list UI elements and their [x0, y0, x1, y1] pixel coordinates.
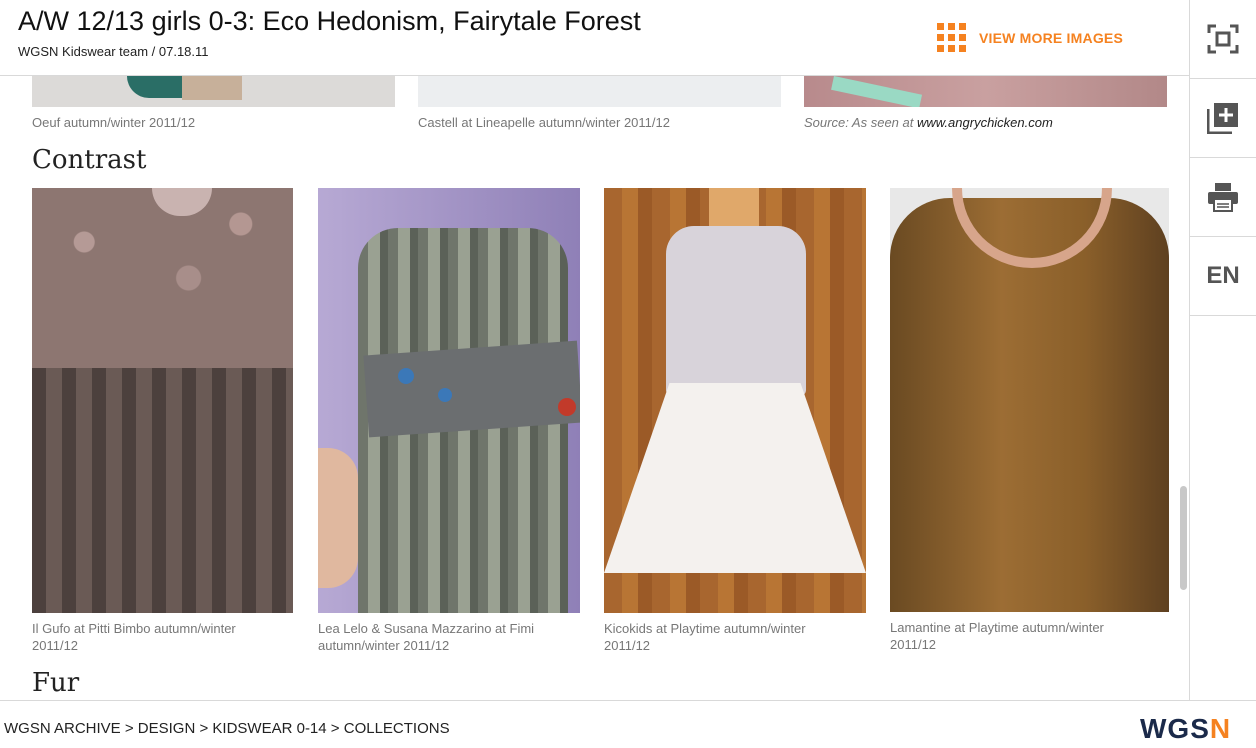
- breadcrumb-separator: >: [326, 720, 344, 737]
- breadcrumb-item-collections[interactable]: COLLECTIONS: [344, 720, 450, 737]
- print-icon: [1208, 183, 1238, 212]
- lamantine-dress-image[interactable]: [890, 188, 1169, 612]
- image-caption: Il Gufo at Pitti Bimbo autumn/winter 201…: [32, 620, 236, 654]
- image-caption: Oeuf autumn/winter 2011/12: [32, 115, 196, 130]
- source-caption: Source: As seen at www.angrychicken.com: [804, 114, 1053, 131]
- breadcrumb: WGSN ARCHIVE > DESIGN > KIDSWEAR 0-14 > …: [4, 720, 450, 737]
- wgsn-logo[interactable]: WGSN: [1140, 713, 1231, 745]
- image-caption: Lea Lelo & Susana Mazzarino at Fimi autu…: [318, 620, 534, 654]
- article-header: A/W 12/13 girls 0-3: Eco Hedonism, Fairy…: [0, 0, 1189, 76]
- section-heading-contrast: Contrast: [32, 145, 147, 175]
- caption-line: Kicokids at Playtime autumn/winter: [604, 621, 806, 636]
- section-heading-fur: Fur: [32, 668, 80, 698]
- language-button[interactable]: EN: [1190, 237, 1256, 316]
- breadcrumb-item-design[interactable]: DESIGN: [138, 720, 196, 737]
- breadcrumb-item-kidswear[interactable]: KIDSWEAR 0-14: [212, 720, 326, 737]
- tool-sidebar: EN: [1189, 0, 1256, 700]
- caption-line: 2011/12: [32, 638, 79, 653]
- grid-icon: [937, 23, 967, 53]
- print-button[interactable]: [1190, 158, 1256, 237]
- article-byline: WGSN Kidswear team / 07.18.11: [18, 44, 209, 59]
- caption-line: 2011/12: [604, 638, 651, 653]
- fullscreen-icon: [1207, 24, 1239, 54]
- article-body: Oeuf autumn/winter 2011/12 Castell at Li…: [0, 76, 1189, 700]
- breadcrumb-separator: >: [195, 720, 213, 737]
- scrollbar-thumb[interactable]: [1180, 486, 1187, 590]
- kicokids-dress-image[interactable]: [604, 188, 866, 613]
- caption-line: Il Gufo at Pitti Bimbo autumn/winter: [32, 621, 236, 636]
- image-caption: Lamantine at Playtime autumn/winter 2011…: [890, 619, 1104, 653]
- view-more-images-label: VIEW MORE IMAGES: [979, 30, 1123, 46]
- logo-accent-text: N: [1209, 713, 1232, 744]
- add-to-board-icon: [1207, 103, 1238, 134]
- il-gufo-dress-image[interactable]: [32, 188, 293, 613]
- breadcrumb-separator: >: [120, 720, 138, 737]
- logo-text: WGS: [1140, 713, 1210, 744]
- lea-lelo-dress-image[interactable]: [318, 188, 580, 613]
- image-caption: Kicokids at Playtime autumn/winter 2011/…: [604, 620, 806, 654]
- breadcrumb-item-archive[interactable]: WGSN ARCHIVE: [4, 720, 121, 737]
- oeuf-image[interactable]: [32, 76, 395, 107]
- add-to-board-button[interactable]: [1190, 79, 1256, 158]
- source-prefix: Source: As seen at: [804, 115, 917, 130]
- source-link[interactable]: www.angrychicken.com: [917, 115, 1053, 130]
- caption-line: 2011/12: [890, 637, 937, 652]
- footer-bar: WGSN ARCHIVE > DESIGN > KIDSWEAR 0-14 > …: [0, 700, 1256, 748]
- view-more-images-button[interactable]: VIEW MORE IMAGES: [937, 23, 1123, 53]
- angrychicken-image[interactable]: [804, 76, 1167, 107]
- caption-line: Lea Lelo & Susana Mazzarino at Fimi: [318, 621, 535, 636]
- caption-line: autumn/winter 2011/12: [318, 638, 450, 653]
- image-caption: Castell at Lineapelle autumn/winter 2011…: [418, 115, 670, 130]
- fullscreen-button[interactable]: [1190, 0, 1256, 79]
- caption-line: Lamantine at Playtime autumn/winter: [890, 620, 1104, 635]
- article-title: A/W 12/13 girls 0-3: Eco Hedonism, Fairy…: [18, 6, 641, 36]
- castell-image[interactable]: [418, 76, 781, 107]
